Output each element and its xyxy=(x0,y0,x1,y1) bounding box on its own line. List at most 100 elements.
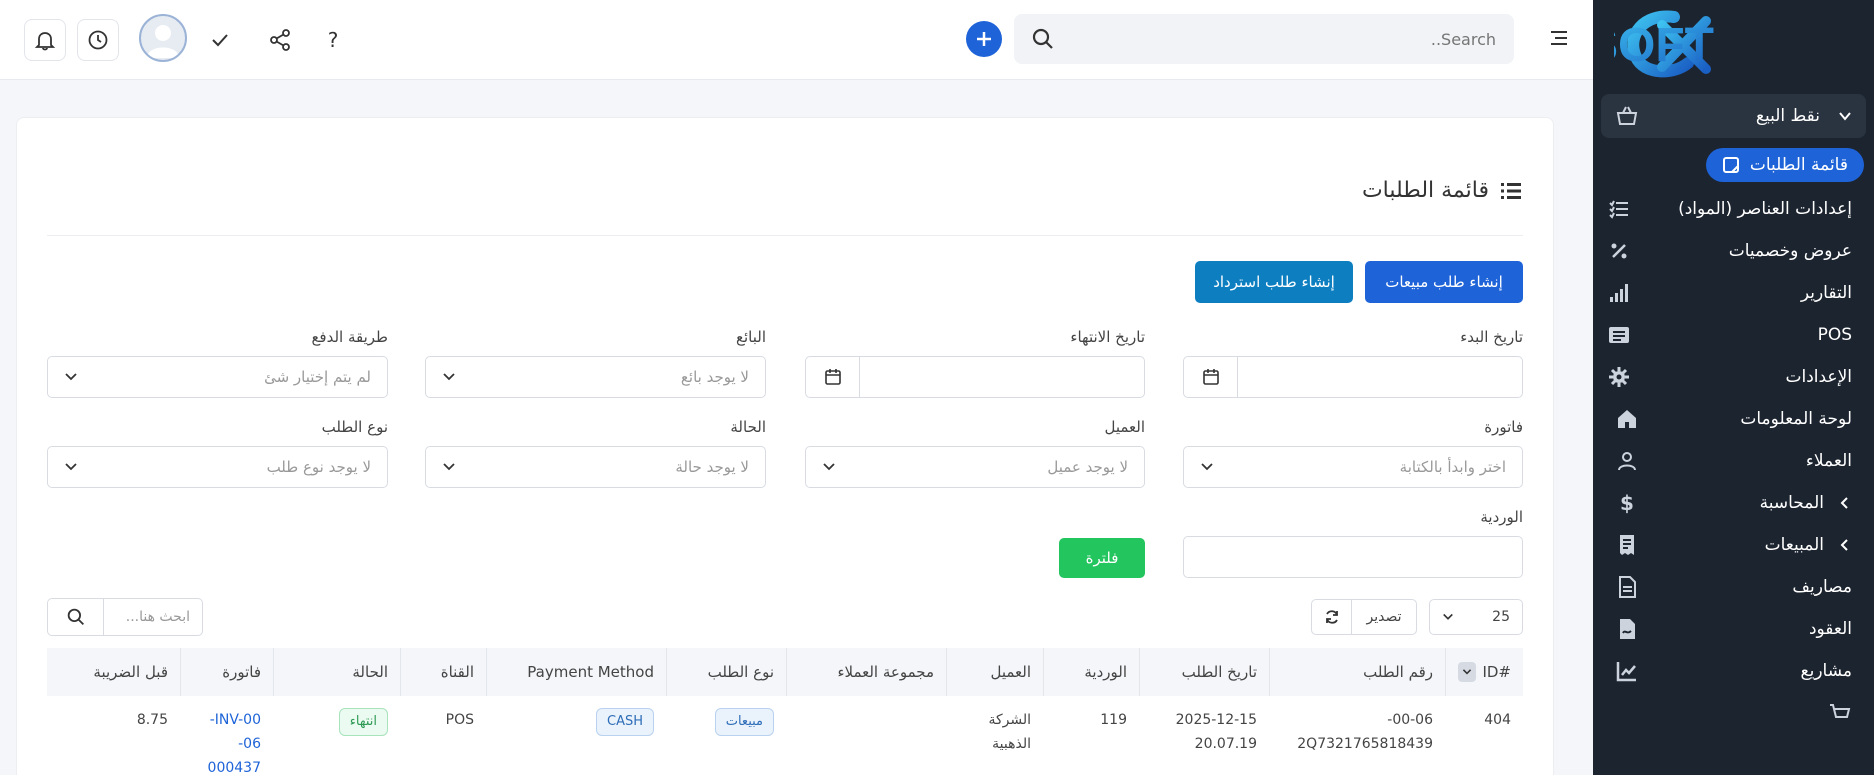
history-button[interactable] xyxy=(77,19,119,61)
help-icon: ? xyxy=(327,28,339,52)
chevron-down-icon xyxy=(65,463,77,471)
sidebar-item-accounting[interactable]: المحاسبة $ xyxy=(1593,482,1874,524)
sidebar-item-settings[interactable]: الإعدادات xyxy=(1593,356,1874,398)
cxsoft-logo: SOFT xyxy=(1614,10,1714,78)
th-id[interactable]: #ID xyxy=(1445,648,1523,696)
th-customer[interactable]: العميل xyxy=(946,648,1043,696)
th-invoice[interactable]: فاتورة xyxy=(180,648,273,696)
th-before-tax[interactable]: قبل الضريبة xyxy=(47,648,180,696)
customer-line: الذهبية xyxy=(992,736,1031,752)
sidebar-item-offers[interactable]: عروض وخصميات xyxy=(1593,230,1874,272)
table-search-input[interactable]: ابحث هنا... xyxy=(104,599,202,635)
th-shift[interactable]: الوردية xyxy=(1043,648,1139,696)
sidebar-item-label: POS xyxy=(1817,325,1852,345)
start-date-field[interactable] xyxy=(1183,356,1523,398)
search-icon[interactable] xyxy=(1032,28,1054,50)
end-date-input[interactable] xyxy=(860,357,1144,397)
payment-method-label: طريقة الدفع xyxy=(311,328,388,346)
table-search[interactable]: ابحث هنا... xyxy=(47,598,203,636)
sidebar-item-pos[interactable]: POS xyxy=(1593,314,1874,356)
page-size-select[interactable]: 25 xyxy=(1429,599,1523,635)
sidebar-item-reports[interactable]: التقارير xyxy=(1593,272,1874,314)
invoice-line: INV-00- xyxy=(209,712,261,728)
invoice-select[interactable]: اختر وابدأ بالكتابة xyxy=(1183,446,1523,488)
search-input[interactable] xyxy=(1054,14,1496,64)
end-date-field[interactable] xyxy=(805,356,1145,398)
svg-text:$: $ xyxy=(1620,491,1634,515)
notifications-button[interactable] xyxy=(24,19,66,61)
chevron-down-icon xyxy=(1443,613,1453,620)
sidebar-item-cart[interactable] xyxy=(1593,692,1874,734)
chevron-down-icon xyxy=(443,463,455,471)
invoice-line: 000437 xyxy=(207,760,261,775)
sidebar-item-orders-list[interactable]: قائمة الطلبات xyxy=(1705,148,1864,182)
logo[interactable]: SOFT xyxy=(1593,0,1874,90)
share-icon xyxy=(270,29,290,51)
sidebar-item-label: العملاء xyxy=(1805,451,1852,471)
sidebar-item-projects[interactable]: مشاريع xyxy=(1593,650,1874,692)
signal-bars-icon xyxy=(1610,284,1628,302)
refresh-button[interactable] xyxy=(1312,600,1352,634)
home-icon xyxy=(1618,410,1636,428)
th-channel[interactable]: القناة xyxy=(400,648,486,696)
payment-method-select[interactable]: لم يتم إختيار شئ xyxy=(47,356,388,398)
check-icon xyxy=(212,34,228,47)
sidebar-item-customers[interactable]: العملاء xyxy=(1593,440,1874,482)
menu-icon[interactable] xyxy=(1549,28,1569,48)
chevron-left-icon xyxy=(1840,539,1848,551)
shift-input[interactable] xyxy=(1183,536,1523,578)
filter-button[interactable]: فلترة xyxy=(1059,538,1145,578)
sidebar-item-contracts[interactable]: العقود xyxy=(1593,608,1874,650)
status-placeholder: لا يوجد حالة xyxy=(675,458,749,476)
table-search-button[interactable] xyxy=(48,599,104,635)
add-button[interactable] xyxy=(966,21,1002,57)
global-search[interactable] xyxy=(1014,14,1514,64)
th-payment-method[interactable]: Payment Method xyxy=(486,648,666,696)
table-row[interactable]: 404 00-06- 2Q7321765818439 2025-12-15 20… xyxy=(47,696,1523,775)
status-select[interactable]: لا يوجد حالة xyxy=(425,446,766,488)
start-date-input[interactable] xyxy=(1238,357,1522,397)
cell-id: 404 xyxy=(1484,712,1511,728)
create-sales-order-button[interactable]: إنشاء طلب مبيعات xyxy=(1365,261,1523,303)
order-type-select[interactable]: لا يوجد نوع طلب xyxy=(47,446,388,488)
list-card-icon xyxy=(1609,327,1629,343)
chevron-down-icon xyxy=(1839,112,1851,121)
sidebar-item-sales[interactable]: المبيعات xyxy=(1593,524,1874,566)
cell-status: انتهاء xyxy=(273,696,400,775)
help-button[interactable]: ? xyxy=(312,19,354,61)
end-date-label: تاريخ الانتهاء xyxy=(1070,328,1145,346)
dollar-icon: $ xyxy=(1620,491,1634,515)
seller-select[interactable]: لا يوجد بائع xyxy=(425,356,766,398)
th-status[interactable]: الحالة xyxy=(273,648,400,696)
customer-line: الشركة xyxy=(988,712,1031,728)
sidebar-item-dashboard[interactable]: لوحة المعلومات xyxy=(1593,398,1874,440)
sidebar-item-label: مصاريف xyxy=(1792,577,1852,597)
table-header: #ID رقم الطلب تاريخ الطلب الوردية العميل… xyxy=(47,648,1523,696)
th-order-type[interactable]: نوع الطلب xyxy=(666,648,786,696)
sidebar-item-items-settings[interactable]: إعدادات العناصر (المواد) xyxy=(1593,188,1874,230)
document-icon xyxy=(1619,576,1636,598)
payment-method-placeholder: لم يتم إختيار شئ xyxy=(264,368,371,386)
th-label: #ID xyxy=(1482,663,1511,681)
check-button[interactable] xyxy=(199,19,241,61)
share-button[interactable] xyxy=(259,19,301,61)
export-button[interactable]: تصدير xyxy=(1352,609,1416,625)
note-icon xyxy=(1722,157,1739,173)
cell-invoice-link[interactable]: INV-00- 06- 000437 xyxy=(180,696,273,775)
th-customer-group[interactable]: مجموعة العملاء xyxy=(786,648,946,696)
sidebar-group-pos[interactable]: نقط البيع xyxy=(1601,94,1866,138)
order-date-line: 2025-12-15 xyxy=(1175,712,1257,728)
customer-select[interactable]: لا يوجد عميل xyxy=(805,446,1145,488)
th-order-number[interactable]: رقم الطلب xyxy=(1269,648,1445,696)
search-icon xyxy=(67,608,84,626)
th-order-date[interactable]: تاريخ الطلب xyxy=(1139,648,1269,696)
sidebar-item-label: العقود xyxy=(1808,619,1852,639)
table-actions: تصدير xyxy=(1311,599,1417,635)
sidebar-item-label: لوحة المعلومات xyxy=(1740,409,1852,429)
end-date-calendar-button[interactable] xyxy=(806,357,860,397)
start-date-calendar-button[interactable] xyxy=(1184,357,1238,397)
avatar[interactable] xyxy=(139,14,187,62)
create-refund-order-button[interactable]: إنشاء طلب استرداد xyxy=(1195,261,1353,303)
select-all-toggle[interactable] xyxy=(1458,662,1477,682)
sidebar-item-expenses[interactable]: مصاريف xyxy=(1593,566,1874,608)
